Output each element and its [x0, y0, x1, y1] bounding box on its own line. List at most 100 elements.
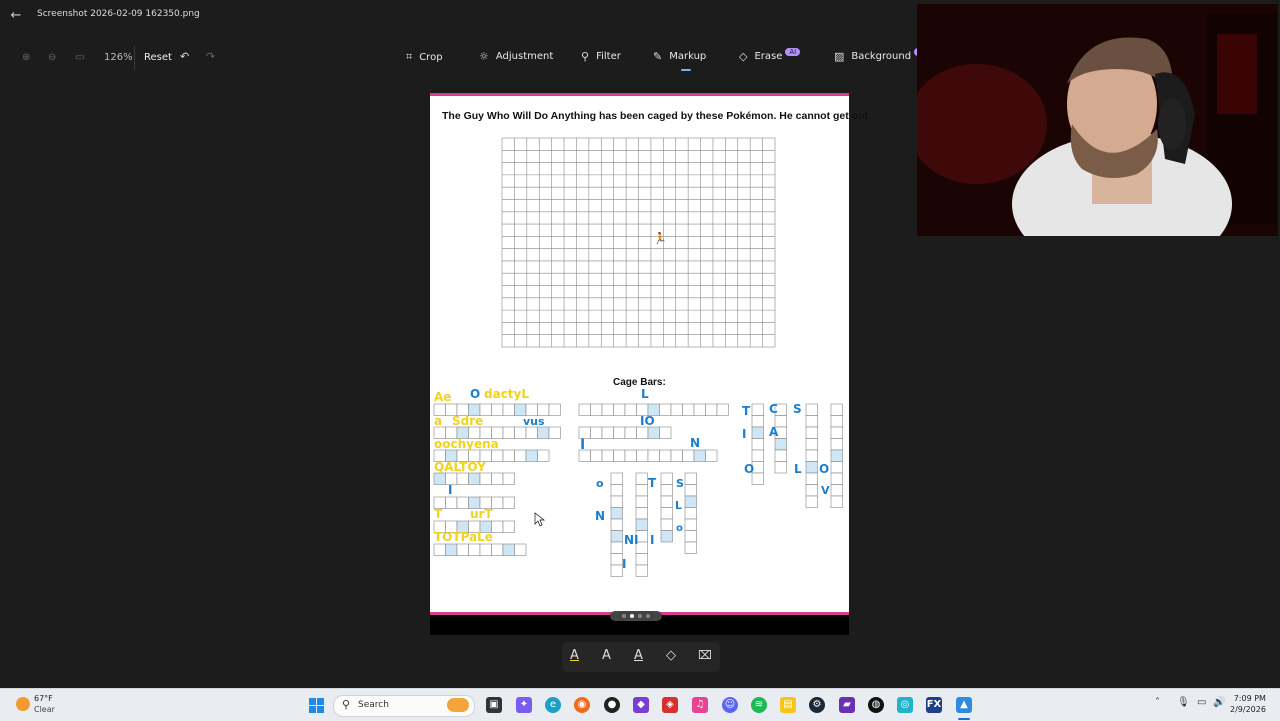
fx-icon[interactable]: FX [926, 697, 942, 713]
crossword-cell [805, 438, 818, 451]
crop-button[interactable]: ⌗ Crop [406, 50, 443, 64]
copilot-icon[interactable]: ✦ [516, 697, 532, 713]
crossword-cell [624, 426, 637, 439]
crossword-cell [805, 461, 818, 474]
zoom-in-icon[interactable]: ⊕ [22, 52, 30, 63]
ai-badge: AI [785, 47, 801, 56]
file-explorer-icon[interactable]: ▤ [780, 697, 796, 713]
handwritten-letter: IO [640, 414, 655, 428]
reset-button[interactable]: Reset [144, 52, 172, 63]
crossword-cell [684, 518, 697, 531]
crossword-cell [578, 403, 591, 416]
crossword-cell [751, 403, 764, 416]
volume-icon[interactable]: 🔊 [1213, 697, 1225, 708]
crossword-cell [682, 449, 695, 462]
music-icon[interactable]: ♫ [692, 697, 708, 713]
page-indicator[interactable] [610, 611, 662, 621]
filter-button[interactable]: ⚲ Filter [581, 50, 621, 63]
crossword-cell [601, 403, 614, 416]
microphone-icon[interactable]: 🎙 [1177, 697, 1190, 708]
image-canvas[interactable]: The Guy Who Will Do Anything has been ca… [430, 93, 871, 635]
task-view-icon[interactable]: ▣ [486, 697, 502, 713]
handwritten-letter: S [793, 402, 802, 416]
app-dark-icon[interactable]: ◍ [868, 697, 884, 713]
toolbar-divider [134, 46, 135, 70]
pen-icon: ✎ [653, 50, 663, 63]
handwritten-letter: I [448, 483, 452, 497]
handwritten-letter: urT [470, 507, 493, 521]
background-icon: ▨ [834, 50, 845, 63]
crossword-cell [660, 518, 673, 531]
crossword-cell [502, 449, 515, 462]
clear-icon[interactable]: ⌧ [698, 648, 712, 662]
undo-icon[interactable]: ↶ [180, 50, 189, 63]
crossword-cell [610, 530, 623, 543]
crossword-cell [537, 403, 550, 416]
handwritten-letter: A [769, 425, 779, 439]
crossword-cell [830, 461, 843, 474]
obs-icon[interactable]: ● [604, 697, 620, 713]
taskbar-search[interactable]: ⚲ Search [333, 695, 475, 717]
crossword-cell [502, 543, 515, 556]
redo-icon[interactable]: ↷ [206, 50, 215, 63]
eraser-tool-icon[interactable]: ◇ [666, 648, 676, 663]
network-icon[interactable]: ▭ [1197, 697, 1206, 708]
crossword-cell [479, 472, 492, 485]
crossword-cell [468, 472, 481, 485]
spotify-icon[interactable]: ≋ [751, 697, 767, 713]
handwritten-letter: N [690, 436, 700, 450]
photos-icon[interactable]: ▲ [956, 697, 972, 713]
search-label: Search [358, 700, 389, 710]
handwritten-letter: L [641, 387, 649, 401]
clock-date: 2/9/2026 [1230, 705, 1266, 714]
crossword-cell [433, 543, 446, 556]
pen-tool-icon[interactable]: A [570, 648, 579, 663]
app-teal-icon[interactable]: ◎ [897, 697, 913, 713]
app-red-icon[interactable]: ◈ [662, 697, 678, 713]
handwritten-letter: L [675, 499, 682, 512]
weather-sun-icon [16, 697, 30, 711]
crossword-cell [624, 403, 637, 416]
zoom-level[interactable]: 126% [104, 52, 133, 63]
markup-toolbar: A A A ◇ ⌧ [562, 642, 720, 672]
firefox-icon[interactable]: ◉ [574, 697, 590, 713]
crossword-cell [456, 543, 469, 556]
markup-button[interactable]: ✎ Markup [653, 50, 706, 63]
background-button[interactable]: ▨ Background AI [834, 47, 929, 63]
crossword-cell [590, 403, 603, 416]
app-purple-icon[interactable]: ▰ [839, 697, 855, 713]
handwritten-letter: o [596, 477, 604, 490]
crossword-cell [660, 530, 673, 543]
clock[interactable]: 7:09 PM 2/9/2026 [1230, 693, 1266, 715]
crossword-cell [635, 495, 648, 508]
weather-widget[interactable]: 67°F Clear [14, 694, 74, 716]
crossword-cell [670, 403, 683, 416]
adjustment-button[interactable]: ☼ Adjustment [479, 50, 553, 63]
fit-to-window-icon[interactable]: ▭ [75, 52, 84, 63]
crossword-cell [525, 426, 538, 439]
erase-button[interactable]: ◇ Erase AI [739, 47, 801, 63]
steam-icon[interactable]: ⚙ [809, 697, 825, 713]
handwritten-letter: I [580, 437, 585, 453]
crossword-cell [635, 553, 648, 566]
crossword-cell [610, 495, 623, 508]
crossword-cell [751, 449, 764, 462]
active-tool-indicator [681, 69, 691, 71]
text-tool-icon[interactable]: A [602, 648, 611, 663]
edge-icon[interactable]: e [545, 697, 561, 713]
crossword-cell [445, 496, 458, 509]
back-arrow-icon[interactable]: ← [8, 8, 24, 24]
search-highlight-icon [447, 698, 469, 712]
crossword-cell [548, 426, 561, 439]
app-icon[interactable]: ◆ [633, 697, 649, 713]
crossword-cell [635, 472, 648, 485]
tray-chevron-icon[interactable]: ˄ [1155, 697, 1160, 708]
handwritten-letter: I [650, 533, 654, 547]
discord-icon[interactable]: ☺ [722, 697, 738, 713]
start-button-icon[interactable] [309, 698, 324, 713]
crossword-cell [610, 564, 623, 577]
highlighter-icon[interactable]: A [634, 648, 643, 663]
crossword-cell [659, 403, 672, 416]
crossword-cell [660, 507, 673, 520]
zoom-out-icon[interactable]: ⊖ [48, 52, 56, 63]
